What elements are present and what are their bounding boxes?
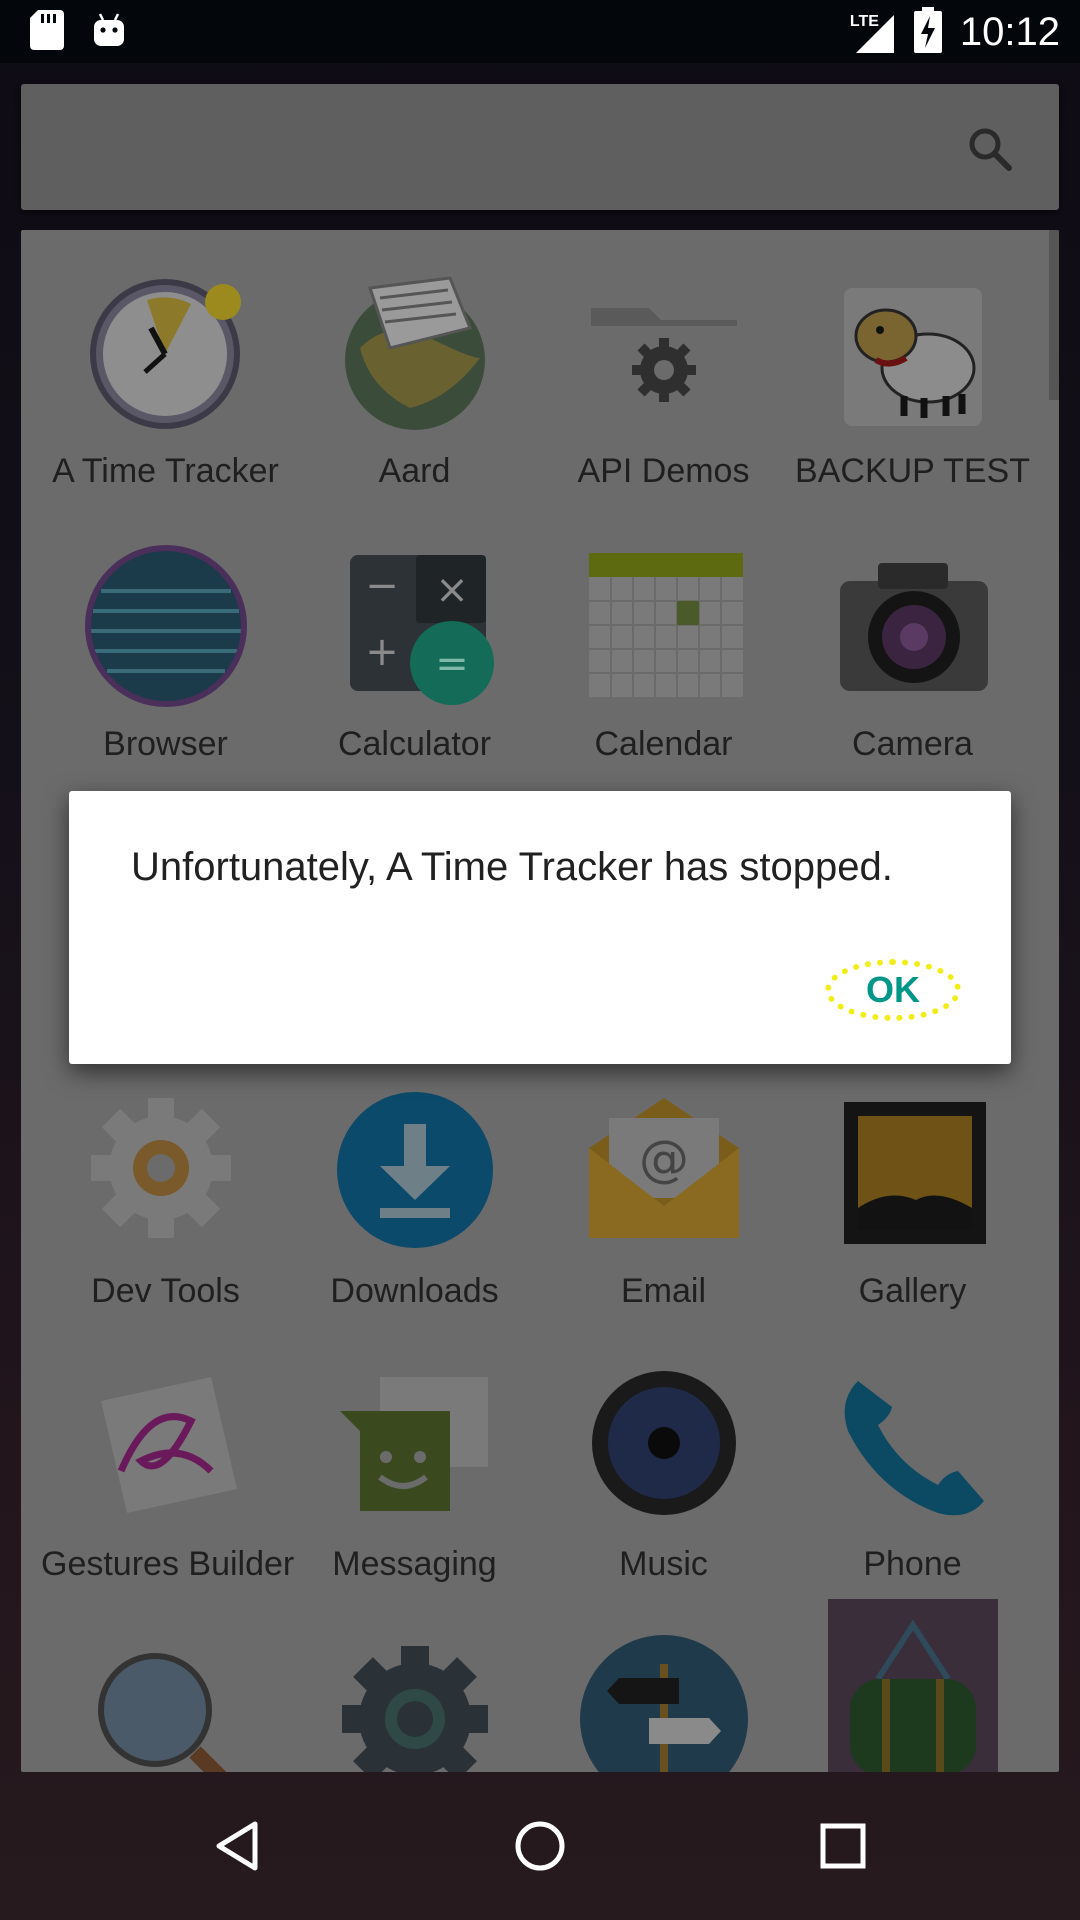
app-gestures-builder[interactable]: Gestures Builder bbox=[41, 1323, 295, 1593]
crash-dialog: Unfortunately, A Time Tracker has stoppe… bbox=[69, 791, 1011, 1064]
messaging-icon bbox=[339, 1377, 488, 1511]
app-label: Music bbox=[619, 1545, 708, 1583]
app-search-tool[interactable] bbox=[41, 1596, 290, 1772]
app-maps[interactable] bbox=[539, 1596, 788, 1772]
app-label: Dev Tools bbox=[91, 1272, 240, 1310]
download-icon bbox=[336, 1092, 493, 1248]
app-dev-tools[interactable]: Dev Tools bbox=[41, 1050, 290, 1320]
app-label: Downloads bbox=[330, 1272, 499, 1310]
email-icon: @ bbox=[588, 1098, 739, 1238]
back-button[interactable] bbox=[197, 1806, 277, 1886]
recents-icon bbox=[820, 1823, 866, 1869]
speaker-icon bbox=[591, 1371, 736, 1515]
scrollbar[interactable] bbox=[1049, 230, 1059, 400]
android-icon bbox=[92, 12, 126, 53]
app-music[interactable]: Music bbox=[539, 1323, 788, 1593]
app-label: Aard bbox=[378, 452, 451, 490]
svg-text:×: × bbox=[435, 567, 469, 613]
sheep-icon bbox=[843, 288, 982, 426]
app-label: Browser bbox=[103, 725, 228, 763]
app-label: Camera bbox=[852, 725, 973, 763]
aard-globe-icon bbox=[344, 276, 485, 430]
app-backup-test[interactable]: BACKUP TEST bbox=[788, 230, 1037, 500]
app-messaging[interactable]: Messaging bbox=[290, 1323, 539, 1593]
app-aard[interactable]: Aard bbox=[290, 230, 539, 500]
clock-time: 10:12 bbox=[959, 9, 1060, 54]
gear-icon bbox=[90, 1098, 231, 1238]
recents-button[interactable] bbox=[803, 1806, 883, 1886]
app-calendar[interactable]: Calendar bbox=[539, 503, 788, 773]
gestures-icon bbox=[100, 1377, 237, 1513]
app-settings[interactable] bbox=[290, 1596, 539, 1772]
app-label: API Demos bbox=[577, 452, 750, 490]
folder-gear-icon bbox=[590, 308, 737, 416]
ok-button[interactable]: OK bbox=[825, 959, 961, 1021]
phone-icon bbox=[844, 1381, 984, 1516]
app-api-demos[interactable]: API Demos bbox=[539, 230, 788, 500]
app-browser[interactable]: Browser bbox=[41, 503, 290, 773]
app-label: Gestures Builder bbox=[41, 1545, 295, 1583]
settings-icon bbox=[341, 1646, 488, 1772]
navigation-bar bbox=[0, 1772, 1080, 1920]
dialog-message: Unfortunately, A Time Tracker has stoppe… bbox=[131, 845, 893, 889]
magnifier-icon bbox=[97, 1653, 226, 1772]
globe-icon bbox=[84, 545, 247, 707]
svg-text:+: + bbox=[365, 629, 399, 675]
app-label: Phone bbox=[863, 1545, 962, 1583]
back-icon bbox=[216, 1821, 258, 1871]
clock-icon bbox=[89, 279, 241, 429]
search-bar[interactable] bbox=[21, 84, 1059, 210]
signpost-icon bbox=[579, 1635, 748, 1772]
camera-icon bbox=[839, 563, 988, 691]
app-label: Calculator bbox=[337, 725, 492, 763]
app-label: Messaging bbox=[332, 1545, 497, 1583]
app-label: Calendar bbox=[594, 725, 733, 763]
app-downloads[interactable]: Downloads bbox=[290, 1050, 539, 1320]
app-a-time-tracker[interactable]: A Time Tracker bbox=[41, 230, 290, 500]
app-email[interactable]: @ Email bbox=[539, 1050, 788, 1320]
status-bar: LTE 10:12 bbox=[0, 0, 1080, 63]
bag-icon bbox=[827, 1599, 998, 1772]
app-store[interactable] bbox=[788, 1596, 1037, 1772]
app-label: Gallery bbox=[858, 1272, 967, 1310]
app-camera[interactable]: Camera bbox=[788, 503, 1037, 773]
lte-signal-icon: LTE bbox=[850, 9, 896, 55]
app-gallery[interactable]: Gallery bbox=[788, 1050, 1037, 1320]
calculator-icon: − × + = bbox=[349, 555, 494, 705]
app-calculator[interactable]: − × + = Calculator bbox=[290, 503, 539, 773]
home-icon bbox=[515, 1821, 565, 1871]
sd-card-icon bbox=[30, 10, 64, 55]
svg-text:=: = bbox=[435, 641, 469, 687]
app-phone[interactable]: Phone bbox=[788, 1323, 1037, 1593]
battery-charging-icon bbox=[913, 6, 942, 58]
app-label: Email bbox=[620, 1272, 707, 1310]
app-label: BACKUP TEST bbox=[795, 452, 1030, 490]
svg-text:@: @ bbox=[639, 1130, 689, 1188]
gallery-icon bbox=[843, 1102, 986, 1244]
app-label: A Time Tracker bbox=[52, 452, 279, 490]
svg-text:−: − bbox=[365, 563, 399, 609]
calendar-icon bbox=[588, 553, 743, 697]
search-icon[interactable] bbox=[965, 124, 1015, 174]
home-button[interactable] bbox=[500, 1806, 580, 1886]
